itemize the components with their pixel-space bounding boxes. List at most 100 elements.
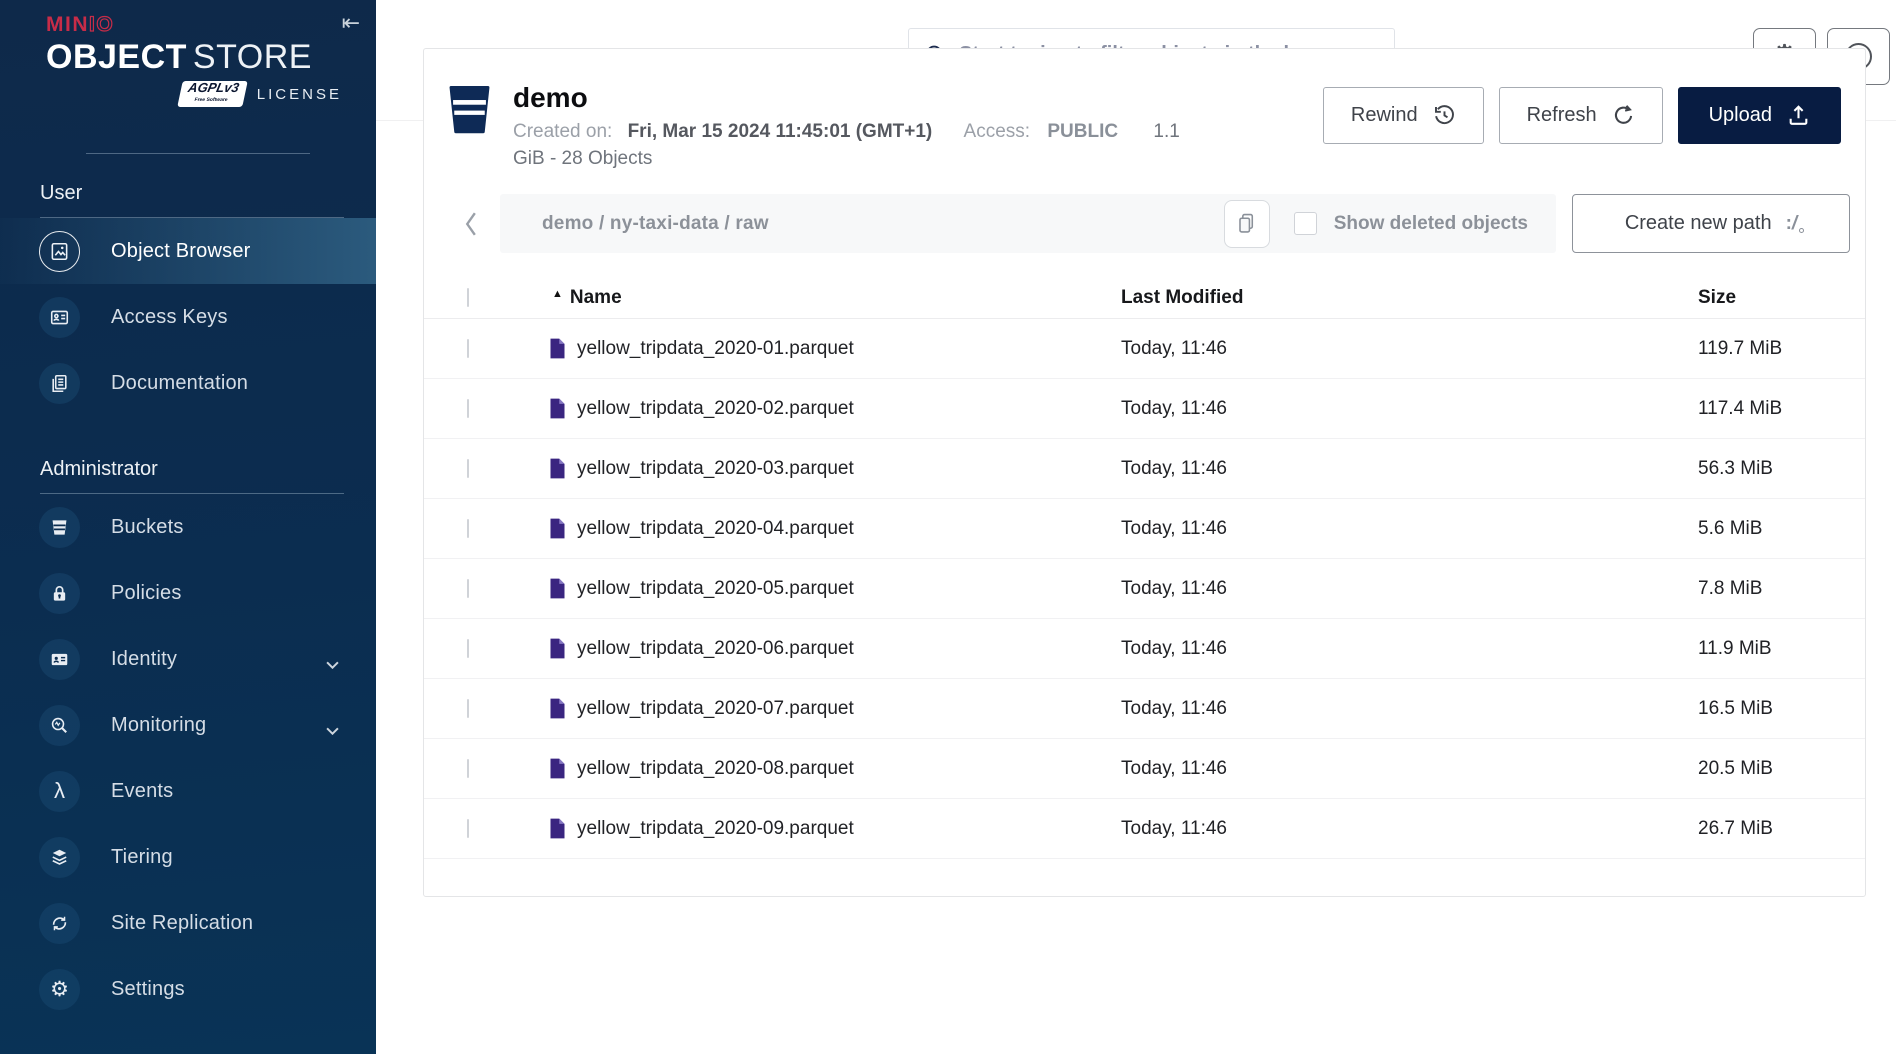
- sidebar-item-events[interactable]: λ Events: [0, 758, 376, 824]
- bucket-icon: [448, 85, 491, 140]
- object-modified: Today, 11:46: [1121, 398, 1698, 420]
- sidebar-section-administrator: Administrator Buckets: [0, 458, 376, 1022]
- section-label-administrator: Administrator: [40, 458, 376, 481]
- object-size: 117.4 MiB: [1698, 398, 1865, 420]
- sidebar-item-documentation[interactable]: Documentation: [0, 350, 376, 416]
- row-checkbox[interactable]: [467, 399, 469, 418]
- sidebar-item-tiering[interactable]: Tiering: [0, 824, 376, 890]
- agpl-badge-text: AGPLv3: [187, 82, 240, 94]
- object-size: 16.5 MiB: [1698, 698, 1865, 720]
- parquet-file-icon: [549, 818, 566, 839]
- object-name: yellow_tripdata_2020-04.parquet: [577, 518, 854, 540]
- object-modified: Today, 11:46: [1121, 758, 1698, 780]
- replication-sync-icon: [39, 903, 80, 944]
- parquet-file-icon: [549, 398, 566, 419]
- refresh-button[interactable]: Refresh: [1499, 87, 1663, 144]
- agpl-badge-subtext: Free Software: [185, 94, 238, 106]
- upload-label: Upload: [1709, 104, 1772, 127]
- row-checkbox[interactable]: [467, 459, 469, 478]
- sidebar-item-identity[interactable]: Identity: [0, 626, 376, 692]
- object-size: 26.7 MiB: [1698, 818, 1865, 840]
- object-size: 20.5 MiB: [1698, 758, 1865, 780]
- chevron-down-icon[interactable]: [326, 722, 339, 740]
- created-value: Fri, Mar 15 2024 11:45:01 (GMT+1): [628, 121, 933, 142]
- object-name: yellow_tripdata_2020-09.parquet: [577, 818, 854, 840]
- sidebar-collapse-icon[interactable]: ⇤: [342, 10, 360, 36]
- sidebar-item-policies[interactable]: Policies: [0, 560, 376, 626]
- row-checkbox[interactable]: [467, 579, 469, 598]
- table-row[interactable]: yellow_tripdata_2020-08.parquet Today, 1…: [424, 739, 1865, 799]
- column-header-size: Size: [1698, 287, 1865, 309]
- sidebar-item-site-replication[interactable]: Site Replication: [0, 890, 376, 956]
- table-row[interactable]: yellow_tripdata_2020-01.parquet Today, 1…: [424, 319, 1865, 379]
- table-row[interactable]: yellow_tripdata_2020-05.parquet Today, 1…: [424, 559, 1865, 619]
- table-row[interactable]: yellow_tripdata_2020-09.parquet Today, 1…: [424, 799, 1865, 859]
- table-row[interactable]: yellow_tripdata_2020-07.parquet Today, 1…: [424, 679, 1865, 739]
- minio-logo: MINIO OBJECTSTORE AGPLv3 Free Software L…: [0, 0, 376, 154]
- row-checkbox[interactable]: [467, 519, 469, 538]
- row-checkbox[interactable]: [467, 699, 469, 718]
- table-row[interactable]: yellow_tripdata_2020-02.parquet Today, 1…: [424, 379, 1865, 439]
- gear-icon: ⚙: [39, 969, 80, 1010]
- chevron-down-icon[interactable]: [326, 656, 339, 674]
- show-deleted-checkbox[interactable]: [1294, 212, 1317, 235]
- sidebar-item-monitoring[interactable]: Monitoring: [0, 692, 376, 758]
- object-store-wordmark: OBJECTSTORE: [46, 38, 342, 76]
- object-modified: Today, 11:46: [1121, 638, 1698, 660]
- sidebar-item-settings[interactable]: ⚙ Settings: [0, 956, 376, 1022]
- bucket-info: demo Created on: Fri, Mar 15 2024 11:45:…: [513, 82, 1278, 172]
- row-checkbox[interactable]: [467, 339, 469, 358]
- bucket-size-part: 1.1: [1153, 121, 1179, 142]
- parquet-file-icon: [549, 698, 566, 719]
- column-header-name[interactable]: ▲ Name: [549, 287, 1121, 309]
- minio-wordmark: MINIO: [46, 12, 342, 38]
- lambda-icon: λ: [39, 771, 80, 812]
- row-checkbox[interactable]: [467, 639, 469, 658]
- main-area: ← Object Browser ⚙ ?: [376, 0, 1896, 1054]
- object-modified: Today, 11:46: [1121, 458, 1698, 480]
- select-all-checkbox[interactable]: [467, 288, 469, 307]
- object-name: yellow_tripdata_2020-07.parquet: [577, 698, 854, 720]
- object-size: 5.6 MiB: [1698, 518, 1865, 540]
- policies-lock-icon: [39, 573, 80, 614]
- object-name: yellow_tripdata_2020-02.parquet: [577, 398, 854, 420]
- table-row[interactable]: yellow_tripdata_2020-04.parquet Today, 1…: [424, 499, 1865, 559]
- refresh-icon: [1612, 104, 1635, 127]
- section-label-user: User: [40, 182, 376, 205]
- name-header-label: Name: [570, 287, 622, 309]
- copy-path-button[interactable]: [1224, 200, 1270, 248]
- access-keys-icon: [39, 297, 80, 338]
- bucket-name: demo: [513, 82, 1278, 113]
- sidebar-item-label: Tiering: [111, 846, 173, 869]
- path-bar: demo / ny-taxi-data / raw Show deleted o…: [464, 194, 1850, 253]
- object-modified: Today, 11:46: [1121, 698, 1698, 720]
- sidebar: ⇤ MINIO OBJECTSTORE AGPLv3 Free Software…: [0, 0, 376, 1054]
- sidebar-item-object-browser[interactable]: Object Browser: [0, 218, 376, 284]
- brand-io: IO: [89, 13, 114, 36]
- object-browser-icon: [39, 231, 80, 272]
- sidebar-item-label: Policies: [111, 582, 182, 605]
- show-deleted-label: Show deleted objects: [1334, 213, 1528, 235]
- minio-console: ⇤ MINIO OBJECTSTORE AGPLv3 Free Software…: [0, 0, 1896, 1054]
- parquet-file-icon: [549, 638, 566, 659]
- new-path-icon: :/: [1786, 213, 1798, 235]
- chevron-left-icon[interactable]: [464, 204, 490, 244]
- sidebar-item-label: Buckets: [111, 516, 184, 539]
- row-checkbox[interactable]: [467, 759, 469, 778]
- table-row[interactable]: yellow_tripdata_2020-06.parquet Today, 1…: [424, 619, 1865, 679]
- row-checkbox[interactable]: [467, 819, 469, 838]
- sidebar-section-user: User Object Browser: [0, 182, 376, 416]
- table-row[interactable]: yellow_tripdata_2020-03.parquet Today, 1…: [424, 439, 1865, 499]
- access-label: Access:: [964, 121, 1031, 142]
- path-panel: demo / ny-taxi-data / raw Show deleted o…: [500, 194, 1556, 253]
- refresh-label: Refresh: [1527, 104, 1597, 127]
- sidebar-item-access-keys[interactable]: Access Keys: [0, 284, 376, 350]
- upload-button[interactable]: Upload: [1678, 87, 1841, 144]
- create-new-path-button[interactable]: Create new path :/: [1572, 194, 1850, 253]
- sidebar-item-buckets[interactable]: Buckets: [0, 494, 376, 560]
- parquet-file-icon: [549, 578, 566, 599]
- rewind-button[interactable]: Rewind: [1323, 87, 1484, 144]
- sidebar-item-label: Access Keys: [111, 306, 228, 329]
- column-header-last-modified: Last Modified: [1121, 287, 1698, 309]
- show-deleted-toggle[interactable]: Show deleted objects: [1294, 212, 1542, 235]
